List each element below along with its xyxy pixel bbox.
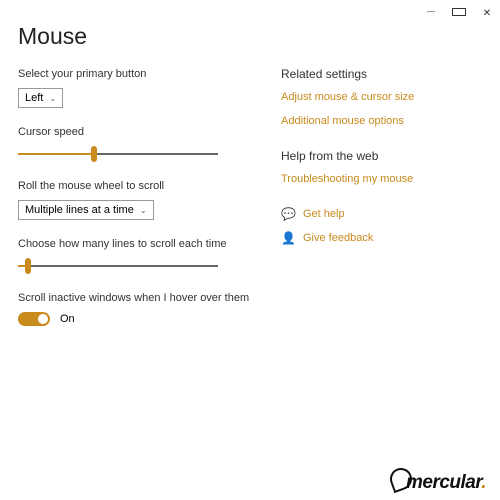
link-adjust-cursor[interactable]: Adjust mouse & cursor size: [281, 91, 482, 103]
wheel-scroll-label: Roll the mouse wheel to scroll: [18, 180, 253, 192]
side-panel: Related settings Adjust mouse & cursor s…: [253, 23, 482, 344]
chevron-down-icon: ⌄: [49, 94, 56, 103]
feedback-icon: 👤: [281, 231, 293, 245]
webhelp-heading: Help from the web: [281, 149, 482, 163]
give-feedback-link[interactable]: 👤 Give feedback: [281, 231, 482, 245]
mercular-logo: mercular.: [390, 472, 486, 494]
link-troubleshooting[interactable]: Troubleshooting my mouse: [281, 173, 482, 185]
lines-scroll-label: Choose how many lines to scroll each tim…: [18, 238, 253, 250]
minimize-button[interactable]: [424, 8, 438, 19]
related-heading: Related settings: [281, 67, 482, 81]
get-help-link[interactable]: 💬 Get help: [281, 207, 482, 221]
wheel-scroll-value: Multiple lines at a time: [25, 204, 134, 216]
primary-button-select[interactable]: Left ⌄: [18, 88, 63, 108]
page-title: Mouse: [18, 23, 253, 50]
titlebar: [0, 0, 500, 19]
close-button[interactable]: [480, 8, 494, 19]
inactive-windows-toggle[interactable]: [18, 312, 50, 326]
primary-button-label: Select your primary button: [18, 68, 253, 80]
primary-button-value: Left: [25, 92, 43, 104]
maximize-button[interactable]: [452, 8, 466, 19]
cursor-speed-slider[interactable]: [18, 146, 218, 162]
cursor-speed-label: Cursor speed: [18, 126, 253, 138]
wheel-scroll-select[interactable]: Multiple lines at a time ⌄: [18, 200, 154, 220]
link-additional-options[interactable]: Additional mouse options: [281, 115, 482, 127]
main-panel: Mouse Select your primary button Left ⌄ …: [18, 23, 253, 344]
chat-icon: 💬: [281, 207, 293, 221]
inactive-windows-state: On: [60, 313, 75, 325]
lines-scroll-slider[interactable]: [18, 258, 218, 274]
inactive-windows-label: Scroll inactive windows when I hover ove…: [18, 292, 253, 304]
chevron-down-icon: ⌄: [140, 206, 147, 215]
